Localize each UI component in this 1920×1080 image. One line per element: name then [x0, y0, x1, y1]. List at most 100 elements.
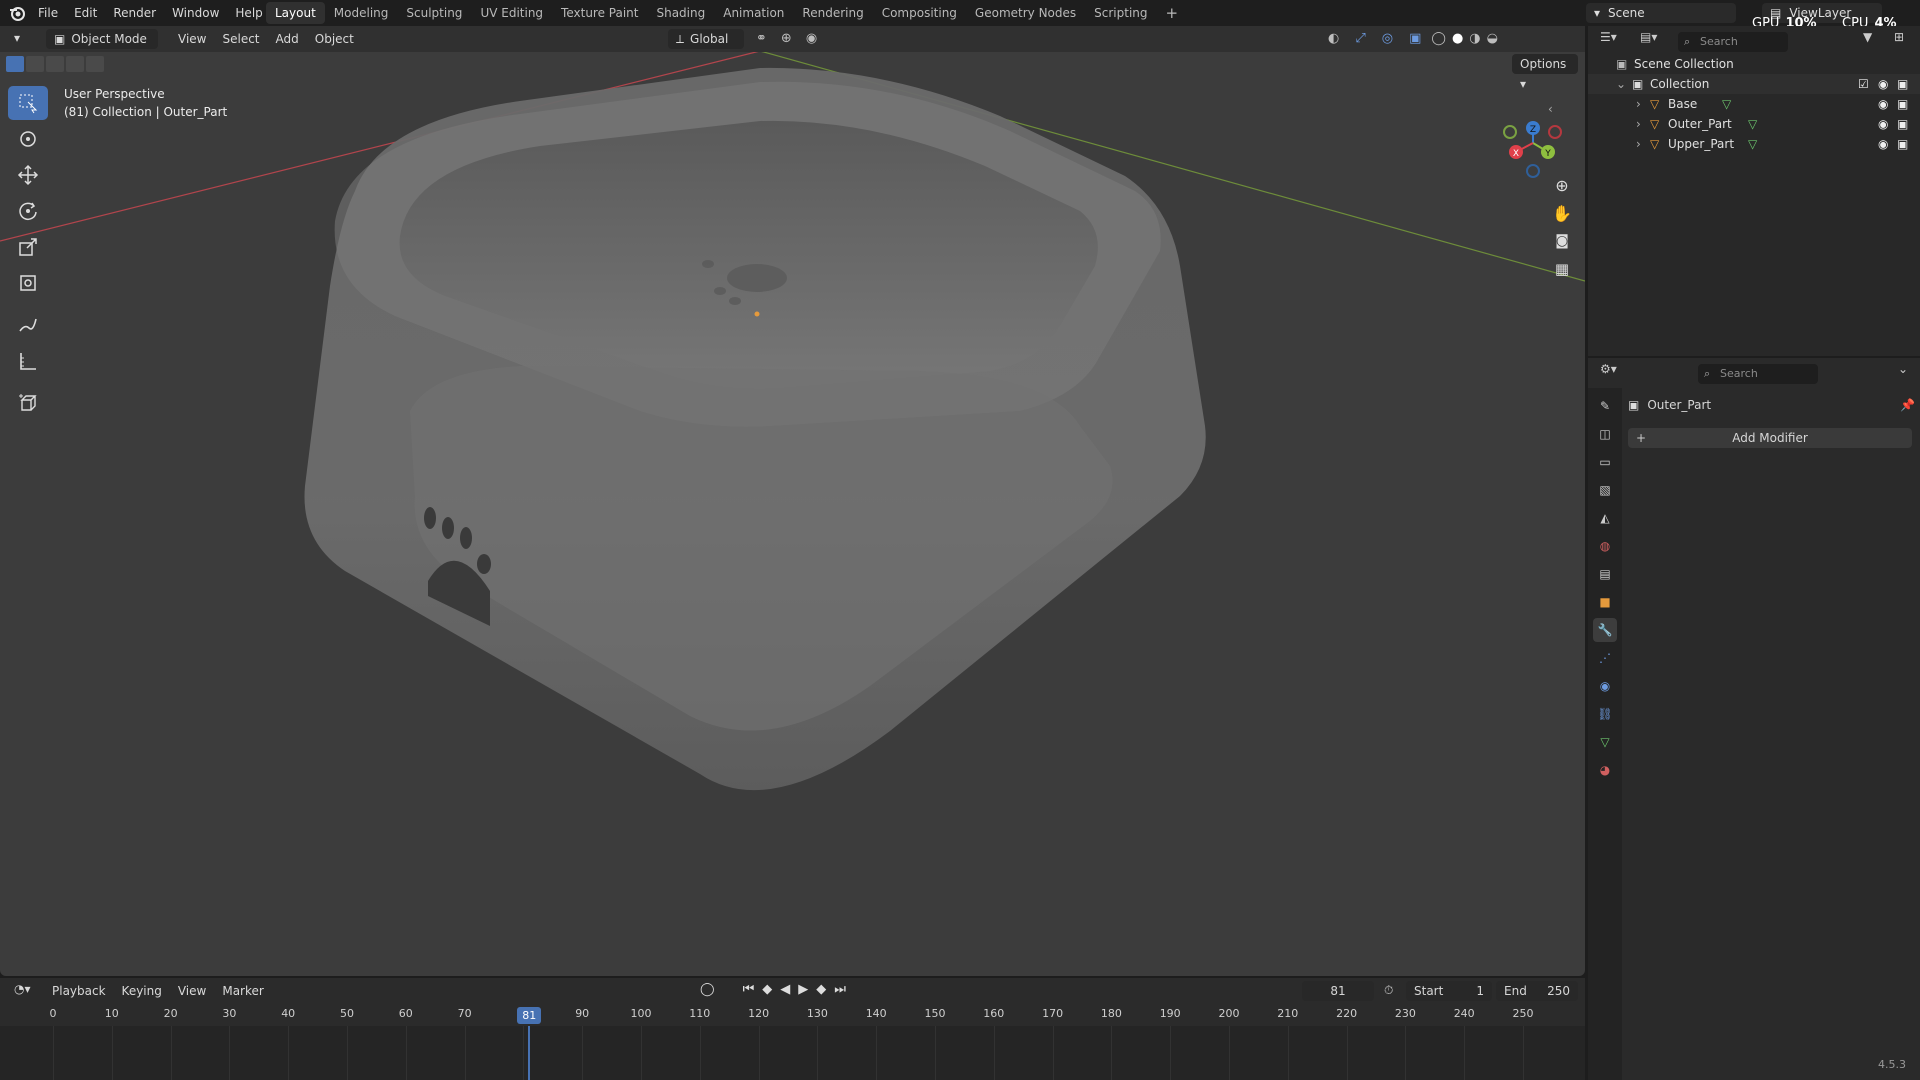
tab-view-layer[interactable]: ▧ — [1593, 478, 1617, 502]
add-workspace-button[interactable]: + — [1157, 2, 1188, 24]
play-icon[interactable]: ▶ — [798, 982, 808, 997]
new-collection-icon[interactable]: ⊞ — [1894, 30, 1904, 44]
outliner-row-upper-part[interactable]: › ▽ Upper_Part ▽ ◉ ▣ — [1588, 134, 1920, 154]
expand-outer-part-icon[interactable]: › — [1636, 114, 1641, 134]
scene-selector[interactable]: ▾ Scene — [1586, 3, 1736, 23]
tab-render[interactable]: ◫ — [1593, 422, 1617, 446]
end-frame-field[interactable]: End 250 — [1496, 981, 1578, 1001]
pivot-icon[interactable]: ⚭ — [756, 31, 767, 46]
tab-layout[interactable]: Layout — [266, 2, 325, 24]
tab-data[interactable]: ▽ — [1593, 730, 1617, 754]
xray-icon[interactable]: ▣ — [1409, 31, 1421, 46]
tab-material[interactable]: ◕ — [1593, 758, 1617, 782]
tab-physics[interactable]: ◉ — [1593, 674, 1617, 698]
rendered-shading-icon[interactable]: ◒ — [1487, 31, 1498, 46]
material-shading-icon[interactable]: ◑ — [1469, 31, 1480, 46]
tab-uv-editing[interactable]: UV Editing — [471, 2, 552, 24]
base-render-icon[interactable]: ▣ — [1897, 94, 1908, 114]
gizmo-toggle-icon[interactable]: ⤢ — [1355, 31, 1365, 46]
upper-part-render-icon[interactable]: ▣ — [1897, 134, 1908, 154]
mesh-data-icon[interactable]: ▽ — [1748, 134, 1757, 154]
rotate-tool[interactable] — [8, 194, 48, 228]
camera-view-button[interactable]: ◙ — [1548, 227, 1576, 255]
menu-window[interactable]: Window — [164, 0, 227, 26]
next-keyframe-icon[interactable]: ◆ — [816, 982, 826, 997]
frame-ruler[interactable]: 0102030405060708090100110120130140150160… — [0, 1004, 1585, 1026]
menu-render[interactable]: Render — [105, 0, 164, 26]
menu-select[interactable]: Select — [214, 29, 267, 49]
current-frame-field[interactable]: 81 — [1302, 981, 1374, 1001]
jump-start-icon[interactable]: ⏮ — [743, 982, 755, 997]
menu-edit[interactable]: Edit — [66, 0, 105, 26]
collection-render-icon[interactable]: ▣ — [1897, 74, 1908, 94]
jump-end-icon[interactable]: ⏭ — [834, 982, 846, 997]
tab-sculpting[interactable]: Sculpting — [397, 2, 471, 24]
outliner-row-scene-collection[interactable]: ▣ Scene Collection — [1588, 54, 1920, 74]
outer-part-render-icon[interactable]: ▣ — [1897, 114, 1908, 134]
select-invert-icon[interactable] — [66, 56, 84, 72]
mesh-data-icon[interactable]: ▽ — [1722, 94, 1731, 114]
tab-scene[interactable]: ◭ — [1593, 506, 1617, 530]
tab-tool[interactable]: ✎ — [1593, 394, 1617, 418]
prev-keyframe-icon[interactable]: ◆ — [762, 982, 772, 997]
blender-logo-icon[interactable] — [8, 4, 26, 22]
annotate-tool[interactable] — [8, 308, 48, 342]
tab-world[interactable]: ◍ — [1593, 534, 1617, 558]
tab-object[interactable]: ■ — [1593, 590, 1617, 614]
tab-shading[interactable]: Shading — [647, 2, 714, 24]
upper-part-visibility-icon[interactable]: ◉ — [1878, 134, 1888, 154]
orientation-dropdown[interactable]: ⟂ Global — [668, 29, 744, 49]
move-tool[interactable] — [8, 158, 48, 192]
tab-output[interactable]: ▭ — [1593, 450, 1617, 474]
expand-collection-icon[interactable]: ⌄ — [1616, 74, 1626, 94]
outliner-row-collection[interactable]: ⌄ ▣ Collection ☑ ◉ ▣ — [1588, 74, 1920, 94]
menu-view[interactable]: View — [170, 29, 214, 49]
timeline-editor-type-icon[interactable]: ◔▾ — [14, 982, 31, 996]
tab-modeling[interactable]: Modeling — [325, 2, 398, 24]
play-reverse-icon[interactable]: ◀ — [780, 982, 790, 997]
pan-button[interactable]: ✋ — [1548, 199, 1576, 227]
menu-marker[interactable]: Marker — [214, 981, 271, 1001]
tab-constraints[interactable]: ⛓ — [1593, 702, 1617, 726]
properties-editor-type-icon[interactable]: ⚙▾ — [1600, 362, 1617, 376]
pin-icon[interactable]: 📌 — [1900, 398, 1915, 412]
cursor-tool[interactable] — [8, 122, 48, 156]
outliner-row-base[interactable]: › ▽ Base ▽ ◉ ▣ — [1588, 94, 1920, 114]
overlay-icon[interactable]: ◎ — [1382, 31, 1393, 46]
tab-compositing[interactable]: Compositing — [873, 2, 966, 24]
tab-rendering[interactable]: Rendering — [793, 2, 872, 24]
snap-icon[interactable]: ⊕ — [781, 31, 792, 46]
scale-tool[interactable] — [8, 230, 48, 264]
mode-dropdown[interactable]: ▣ Object Mode — [46, 29, 158, 49]
collection-checkbox-icon[interactable]: ☑ — [1858, 74, 1869, 94]
menu-file[interactable]: File — [30, 0, 66, 26]
outliner-row-outer-part[interactable]: › ▽ Outer_Part ▽ ◉ ▣ — [1588, 114, 1920, 134]
select-intersect-icon[interactable] — [86, 56, 104, 72]
filter-icon[interactable]: ▼ — [1863, 30, 1872, 44]
proportional-edit-icon[interactable]: ◉ — [806, 31, 817, 46]
menu-playback[interactable]: Playback — [44, 981, 114, 1001]
playhead-frame-label[interactable]: 81 — [517, 1007, 542, 1024]
outliner-search-input[interactable]: ⌕ Search — [1678, 32, 1788, 52]
properties-search-input[interactable]: ⌕ Search — [1698, 364, 1818, 384]
menu-keying[interactable]: Keying — [114, 981, 170, 1001]
tab-geometry-nodes[interactable]: Geometry Nodes — [966, 2, 1085, 24]
measure-tool[interactable] — [8, 344, 48, 378]
wireframe-shading-icon[interactable]: ◯ — [1431, 31, 1446, 46]
tab-texture-paint[interactable]: Texture Paint — [552, 2, 647, 24]
ortho-toggle-button[interactable]: ▦ — [1548, 255, 1576, 283]
solid-shading-icon[interactable]: ● — [1452, 31, 1463, 46]
zoom-button[interactable]: ⊕ — [1548, 171, 1576, 199]
add-modifier-button[interactable]: + Add Modifier — [1628, 428, 1912, 448]
record-icon[interactable]: ◯ — [700, 982, 715, 997]
select-box-tool[interactable] — [8, 86, 48, 120]
outer-part-visibility-icon[interactable]: ◉ — [1878, 114, 1888, 134]
menu-help[interactable]: Help — [227, 0, 270, 26]
menu-object[interactable]: Object — [307, 29, 362, 49]
expand-base-icon[interactable]: › — [1636, 94, 1641, 114]
mesh-data-icon[interactable]: ▽ — [1748, 114, 1757, 134]
tab-collection[interactable]: ▤ — [1593, 562, 1617, 586]
chevron-down-icon[interactable]: ⌄ — [1898, 362, 1908, 376]
options-button[interactable]: Options ▾ — [1512, 54, 1578, 91]
start-frame-field[interactable]: Start 1 — [1406, 981, 1492, 1001]
